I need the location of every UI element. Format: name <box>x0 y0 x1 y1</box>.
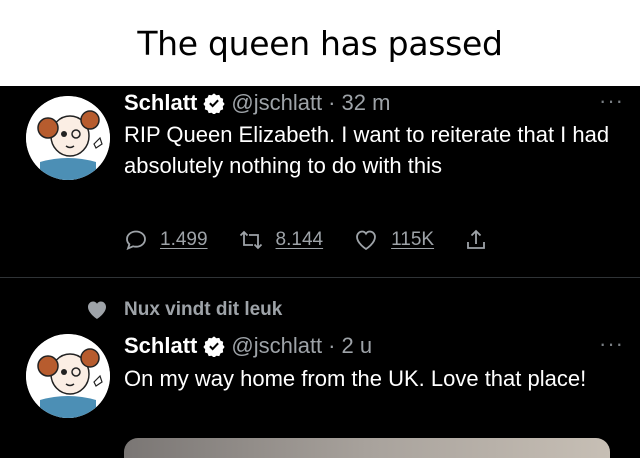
social-context: Nux vindt dit leuk <box>84 298 282 322</box>
retweet-count: 8.144 <box>275 229 324 250</box>
retweet-button[interactable]: 8.144 <box>238 228 324 252</box>
reply-icon <box>126 230 146 251</box>
tweet-1[interactable]: Schlatt @jschlatt · 32 m ··· RIP Queen E… <box>0 0 640 277</box>
retweet-icon <box>239 230 262 250</box>
heart-icon <box>88 301 106 319</box>
verified-badge-icon <box>203 335 225 357</box>
tweet-media[interactable] <box>124 438 610 458</box>
tweet-text: On my way home from the UK. Love that pl… <box>124 366 587 391</box>
tweet-header: Schlatt @jschlatt · 2 u <box>124 333 372 359</box>
display-name[interactable]: Schlatt <box>124 333 197 359</box>
more-icon[interactable]: ··· <box>599 331 624 357</box>
reply-count: 1.499 <box>160 229 208 250</box>
separator-dot: · <box>328 333 336 358</box>
more-icon[interactable]: ··· <box>599 88 624 114</box>
share-button[interactable] <box>464 228 500 252</box>
verified-badge-icon <box>203 92 225 114</box>
liked-by-text[interactable]: Nux vindt dit leuk <box>124 299 282 321</box>
like-count: 115K <box>391 229 435 250</box>
like-icon <box>356 230 376 251</box>
avatar[interactable] <box>26 334 110 418</box>
tweet-header: Schlatt @jschlatt · 32 m <box>124 90 390 116</box>
reply-button[interactable]: 1.499 <box>124 228 208 252</box>
handle[interactable]: @jschlatt <box>231 90 322 116</box>
handle[interactable]: @jschlatt <box>231 333 322 359</box>
tweet-text: RIP Queen Elizabeth. I want to reiterate… <box>124 122 610 178</box>
share-icon <box>467 229 485 249</box>
timestamp[interactable]: 2 u <box>342 333 373 359</box>
avatar[interactable] <box>26 96 110 180</box>
separator-dot: · <box>328 90 336 115</box>
display-name[interactable]: Schlatt <box>124 90 197 116</box>
timestamp[interactable]: 32 m <box>342 90 391 116</box>
like-button[interactable]: 115K <box>353 228 434 252</box>
tweet-actions: 1.499 8.144 115K <box>124 228 530 252</box>
